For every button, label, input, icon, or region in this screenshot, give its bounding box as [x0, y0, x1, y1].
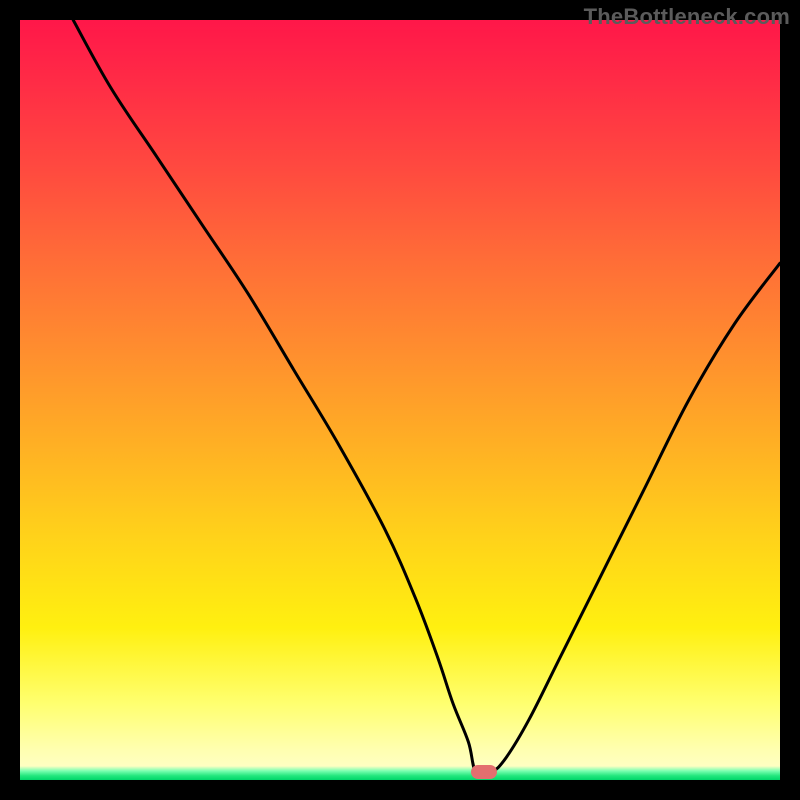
optimal-marker [471, 765, 497, 779]
chart-frame: TheBottleneck.com [0, 0, 800, 800]
bottleneck-curve [20, 20, 780, 780]
watermark-text: TheBottleneck.com [584, 4, 790, 30]
plot-area [20, 20, 780, 780]
